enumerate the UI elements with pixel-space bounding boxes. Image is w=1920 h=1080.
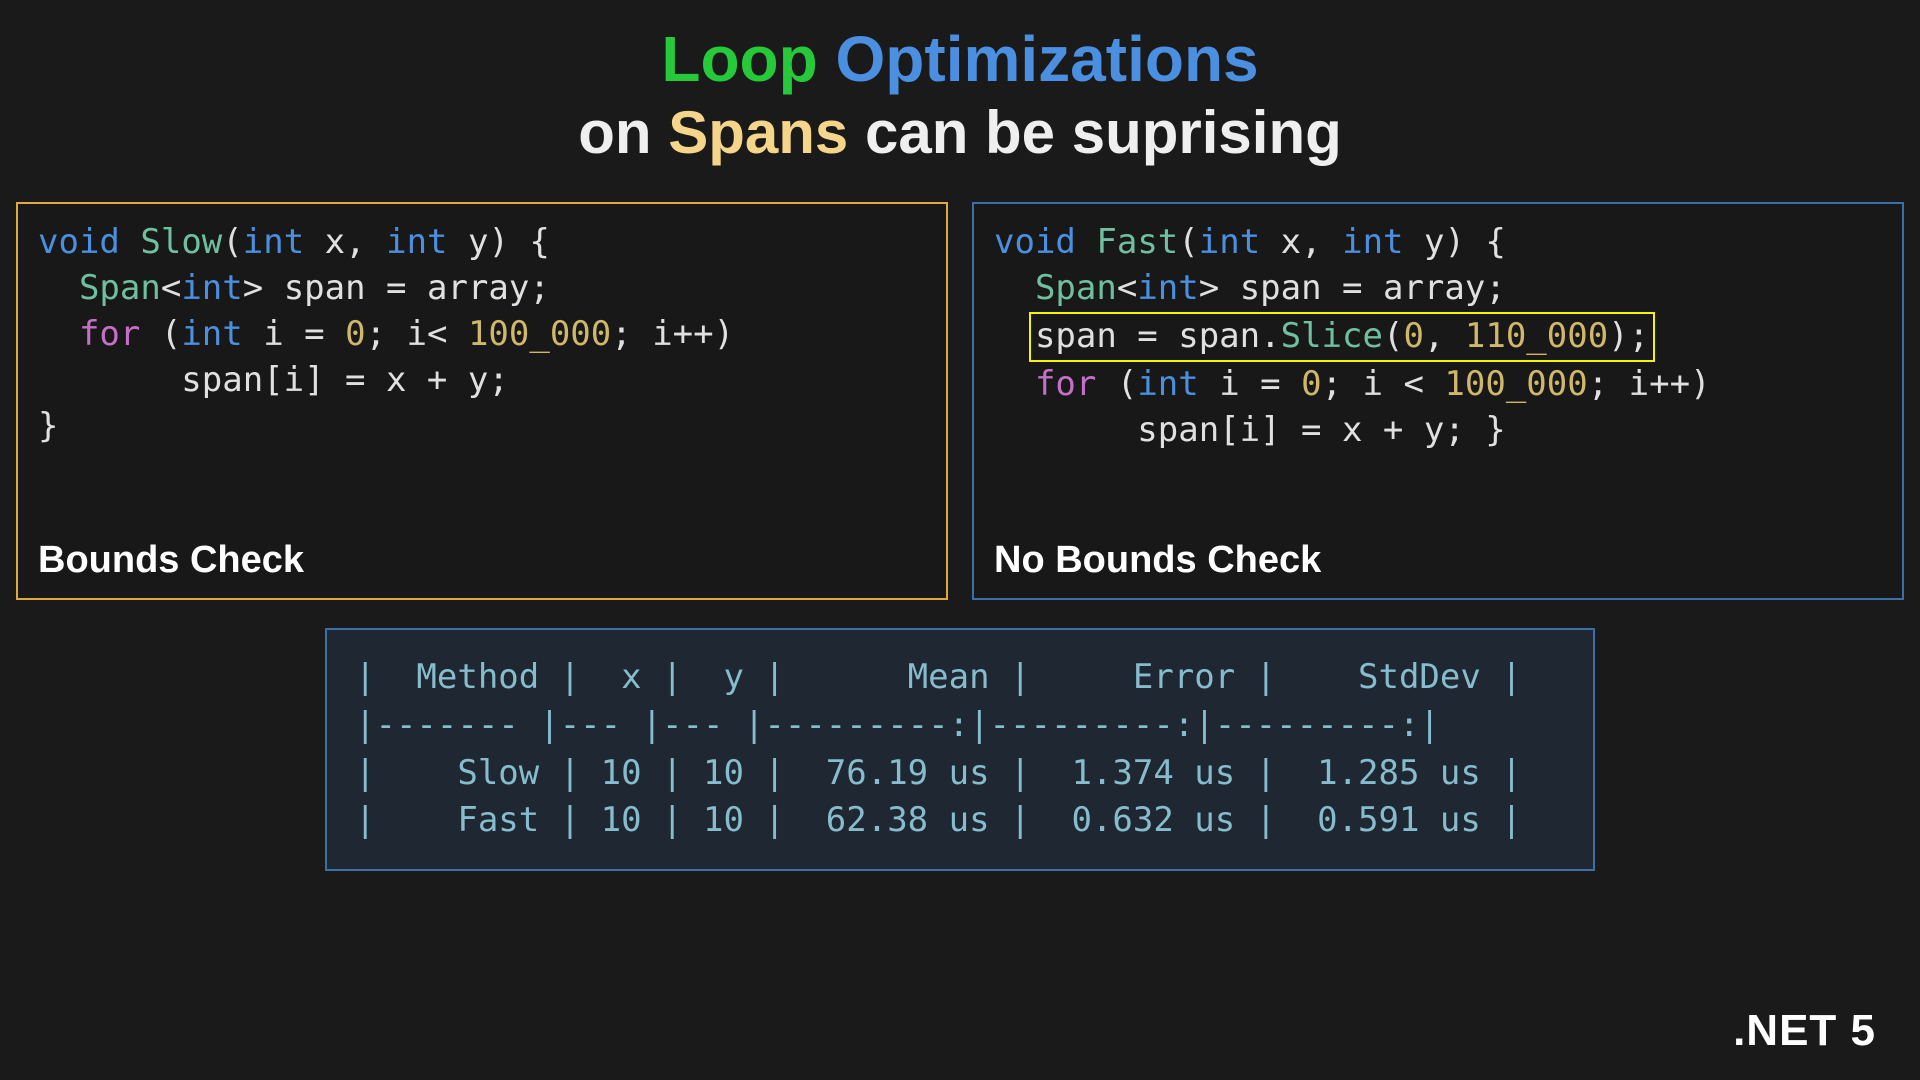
footer-dotnet: .NET 5 bbox=[1733, 1006, 1876, 1056]
bench-header: | Method | x | y | Mean | Error | StdDev… bbox=[355, 657, 1522, 697]
slide-title: Loop Optimizations on Spans can be supri… bbox=[0, 0, 1920, 172]
fast-code-block: void Fast(int x, int y) { Span<int> span… bbox=[994, 220, 1882, 453]
benchmark-table: | Method | x | y | Mean | Error | StdDev… bbox=[325, 628, 1595, 870]
title-rest: can be suprising bbox=[865, 99, 1342, 166]
bench-separator: |------- |--- |--- |---------:|---------… bbox=[355, 705, 1440, 745]
title-word-on: on bbox=[578, 99, 651, 166]
slow-panel-label: Bounds Check bbox=[38, 539, 304, 582]
title-line-1: Loop Optimizations bbox=[0, 24, 1920, 94]
fast-code-panel: void Fast(int x, int y) { Span<int> span… bbox=[972, 202, 1904, 600]
code-panels: void Slow(int x, int y) { Span<int> span… bbox=[0, 172, 1920, 600]
slice-highlight: span = span.Slice(0, 110_000); bbox=[1029, 312, 1655, 362]
title-word-loop: Loop bbox=[661, 23, 817, 95]
title-word-spans: Spans bbox=[668, 99, 848, 166]
title-word-optimizations: Optimizations bbox=[836, 23, 1259, 95]
bench-row-fast: | Fast | 10 | 10 | 62.38 us | 0.632 us |… bbox=[355, 800, 1522, 840]
title-line-2: on Spans can be suprising bbox=[0, 94, 1920, 172]
slow-code-panel: void Slow(int x, int y) { Span<int> span… bbox=[16, 202, 948, 600]
bench-row-slow: | Slow | 10 | 10 | 76.19 us | 1.374 us |… bbox=[355, 753, 1522, 793]
fast-panel-label: No Bounds Check bbox=[994, 539, 1321, 582]
slow-code-block: void Slow(int x, int y) { Span<int> span… bbox=[38, 220, 926, 449]
